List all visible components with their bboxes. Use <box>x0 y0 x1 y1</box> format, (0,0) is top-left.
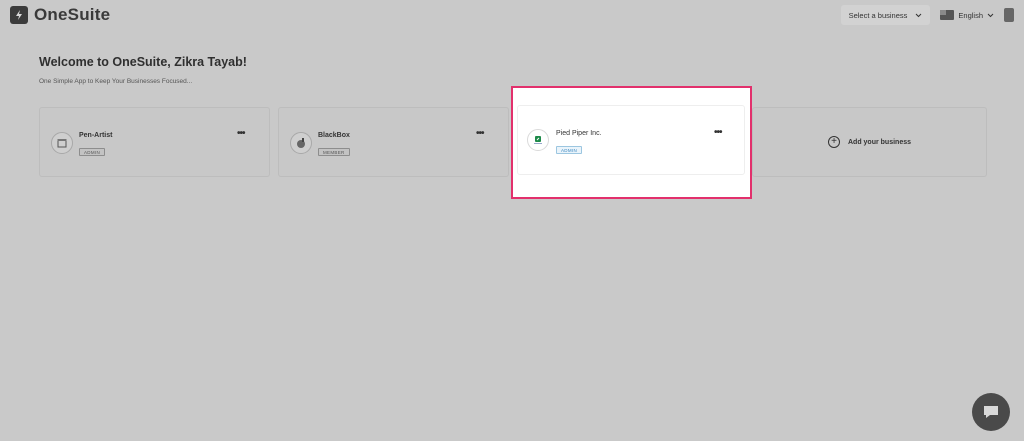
business-card-pen-artist[interactable]: Pen-Artist ADMIN ••• <box>39 107 270 177</box>
more-options-icon[interactable]: ••• <box>237 128 245 139</box>
brand[interactable]: OneSuite <box>10 5 110 25</box>
pied-piper-logo-icon <box>527 129 549 151</box>
user-avatar[interactable] <box>1004 8 1014 22</box>
chevron-down-icon <box>916 13 922 17</box>
business-card-blackbox[interactable]: BlackBox MEMBER ••• <box>278 107 509 177</box>
blackbox-logo-icon <box>290 132 312 154</box>
app-name: OneSuite <box>34 5 111 24</box>
role-badge: ADMIN <box>556 146 582 154</box>
storefront-icon <box>51 132 73 154</box>
language-selector[interactable]: English <box>940 10 994 20</box>
more-options-icon[interactable]: ••• <box>714 127 722 138</box>
flag-icon <box>940 10 955 20</box>
plus-circle-icon: + <box>827 136 840 148</box>
business-card-pied-piper[interactable]: Pied Piper Inc. ADMIN ••• <box>517 105 745 175</box>
onesuite-logo-icon <box>10 6 28 24</box>
select-business-dropdown[interactable]: Select a business <box>840 5 931 25</box>
business-name: Pied Piper Inc. <box>556 130 602 137</box>
page-title: Welcome to OneSuite, Zikra Tayab! <box>39 55 247 69</box>
role-badge: MEMBER <box>318 148 350 156</box>
select-business-label: Select a business <box>848 10 908 20</box>
role-badge: ADMIN <box>79 148 105 156</box>
language-label: English <box>958 10 983 20</box>
chevron-down-icon <box>987 13 994 17</box>
business-name: Pen-Artist <box>79 132 113 139</box>
chat-bubble-icon <box>984 406 998 418</box>
more-options-icon[interactable]: ••• <box>476 128 484 139</box>
business-name: BlackBox <box>318 132 350 139</box>
page-subtitle: One Simple App to Keep Your Businesses F… <box>39 78 193 85</box>
top-bar: OneSuite Select a business English <box>0 0 1024 30</box>
add-business-card[interactable]: + Add your business <box>752 107 987 177</box>
add-business-label: Add your business <box>847 138 911 146</box>
chat-button[interactable] <box>972 393 1010 431</box>
